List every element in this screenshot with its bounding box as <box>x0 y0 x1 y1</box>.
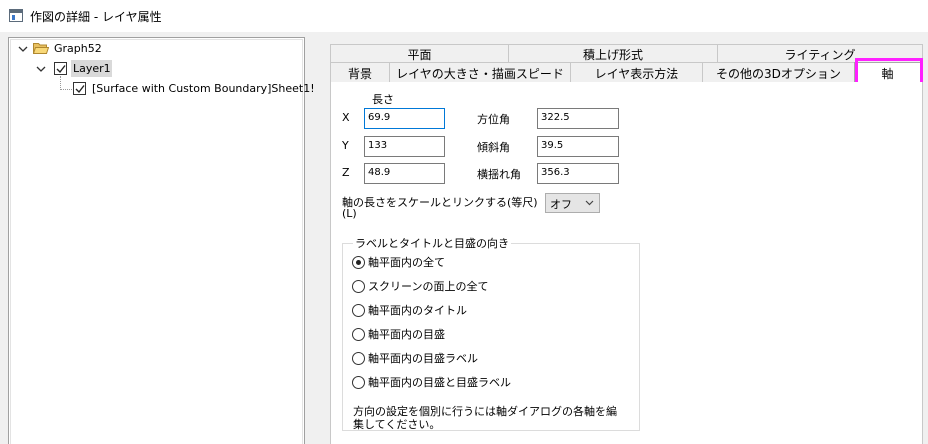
azimuth-input[interactable]: 322.5 <box>537 108 619 129</box>
tab-lighting[interactable]: ライティング <box>717 44 923 63</box>
tab-other-3d-options[interactable]: その他の3Dオプション <box>702 62 855 83</box>
folder-open-icon <box>33 43 49 54</box>
link-scale-label: 軸の長さをスケールとリンクする(等尺) <box>342 196 538 209</box>
tab-row-top: 平面 積上げ形式 ライティング <box>330 44 923 63</box>
orientation-option-ticks-and-labels[interactable]: 軸平面内の目盛と目盛ラベル <box>352 373 511 391</box>
chevron-down-icon[interactable] <box>36 64 46 74</box>
z-length-input[interactable]: 48.9 <box>364 163 445 184</box>
radio-button[interactable] <box>352 279 365 293</box>
tab-layer-size-speed[interactable]: レイヤの大きさ・描画スピード <box>389 62 571 83</box>
orientation-option-ticks[interactable]: 軸平面内の目盛 <box>352 325 445 343</box>
tab-row-bottom: 背景 レイヤの大きさ・描画スピード レイヤ表示方法 その他の3Dオプション 軸 <box>330 62 923 83</box>
note-line-2: 集してください。 <box>353 418 441 431</box>
radio-button[interactable] <box>352 255 365 269</box>
note-line-1: 方向の設定を個別に行うには軸ダイアログの各軸を編 <box>353 405 617 418</box>
y-length-input[interactable]: 133 <box>364 136 445 157</box>
plot-checkbox[interactable] <box>73 82 86 95</box>
x-label: X <box>342 111 350 124</box>
tab-plane[interactable]: 平面 <box>330 44 509 63</box>
roll-input[interactable]: 356.3 <box>537 163 619 184</box>
title-bar: 作図の詳細 - レイヤ属性 <box>0 0 928 32</box>
tab-axis[interactable]: 軸 <box>854 62 921 83</box>
tree-item-plot[interactable]: [Surface with Custom Boundary]Sheet1! <box>92 82 315 95</box>
radio-button[interactable] <box>352 351 365 365</box>
y-label: Y <box>342 139 349 152</box>
layer-checkbox[interactable] <box>54 62 67 75</box>
radio-button[interactable] <box>352 375 365 389</box>
x-length-input[interactable]: 69.9 <box>364 108 445 129</box>
tilt-label: 傾斜角 <box>477 141 510 154</box>
checkmark-icon <box>75 85 85 94</box>
link-scale-label-accel: (L) <box>342 207 357 220</box>
checkmark-icon <box>56 65 66 74</box>
radio-button[interactable] <box>352 327 365 341</box>
tilt-input[interactable]: 39.5 <box>537 136 619 157</box>
orientation-option-all-in-axis-plane[interactable]: 軸平面内の全て <box>352 253 445 271</box>
orientation-option-titles[interactable]: 軸平面内のタイトル <box>352 301 467 319</box>
orientation-group-title: ラベルとタイトルと目盛の向き <box>353 235 511 251</box>
link-scale-select[interactable]: オフ <box>545 193 600 213</box>
window-icon <box>9 9 23 22</box>
length-header: 長さ <box>372 93 394 106</box>
orientation-option-tick-labels[interactable]: 軸平面内の目盛ラベル <box>352 349 478 367</box>
layer-tree-panel[interactable] <box>8 37 305 444</box>
orientation-option-all-on-screen[interactable]: スクリーンの面上の全て <box>352 277 488 295</box>
tab-background[interactable]: 背景 <box>330 62 390 83</box>
tab-stack[interactable]: 積上げ形式 <box>508 44 718 63</box>
azimuth-label: 方位角 <box>477 113 510 126</box>
orientation-note: 方向の設定を個別に行うには軸ダイアログの各軸を編 集してください。 <box>353 405 635 431</box>
chevron-down-icon[interactable] <box>18 44 28 54</box>
window-title: 作図の詳細 - レイヤ属性 <box>30 10 162 24</box>
z-label: Z <box>342 166 350 179</box>
chevron-down-icon <box>585 200 594 206</box>
tree-item-layer[interactable]: Layer1 <box>73 62 111 75</box>
tree-item-graph[interactable]: Graph52 <box>54 42 102 55</box>
link-scale-value: オフ <box>550 198 572 211</box>
radio-button[interactable] <box>352 303 365 317</box>
roll-label: 横揺れ角 <box>477 168 521 181</box>
tab-layer-display[interactable]: レイヤ表示方法 <box>570 62 703 83</box>
